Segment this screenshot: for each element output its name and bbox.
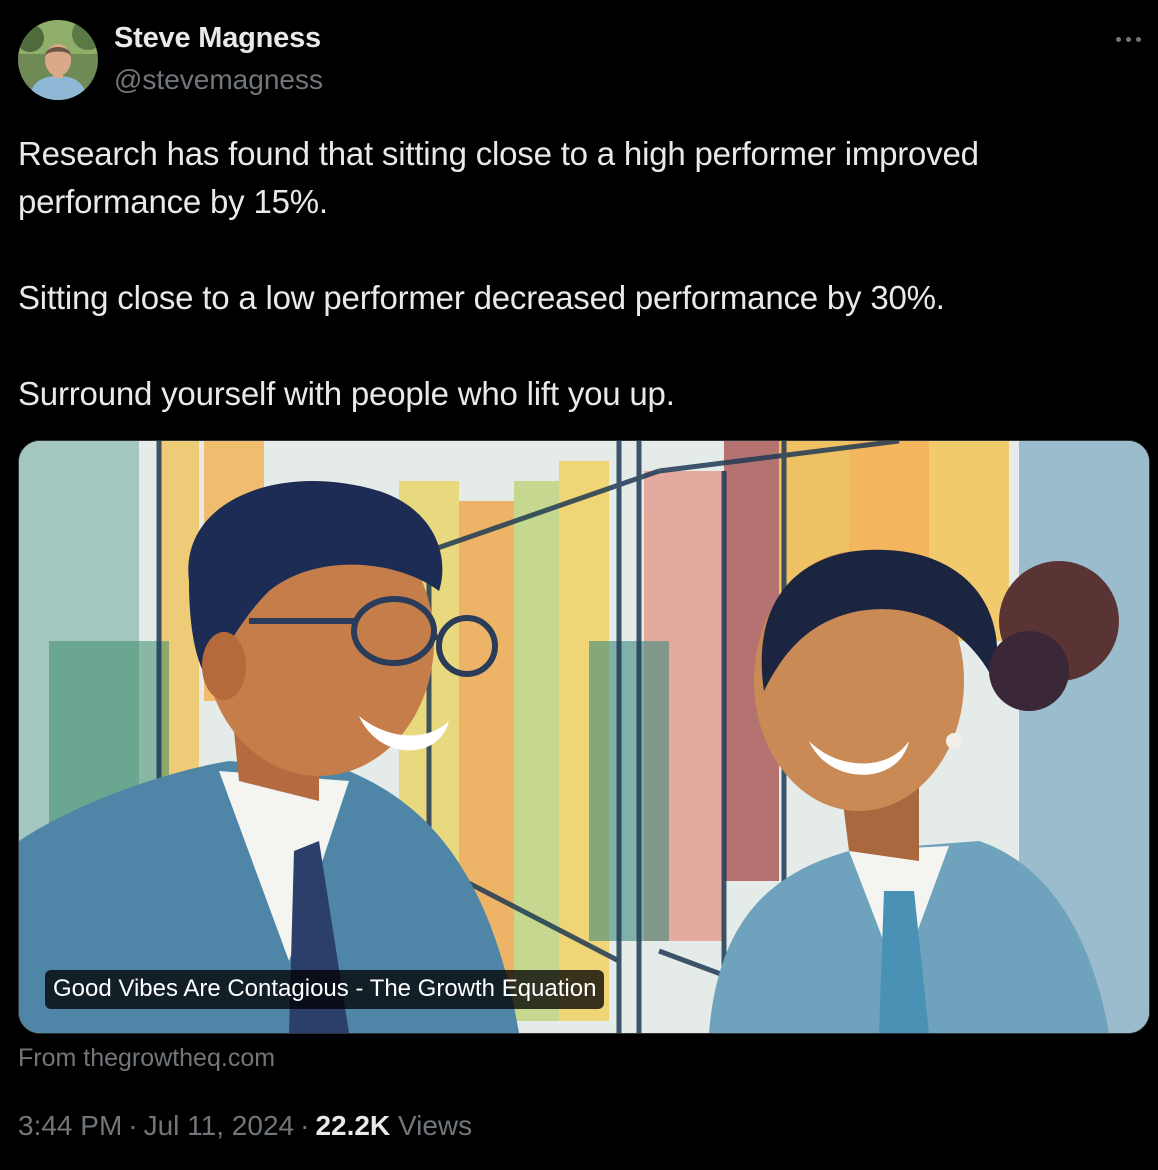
tweet-date[interactable]: Jul 11, 2024 xyxy=(144,1110,295,1141)
tweet-time[interactable]: 3:44 PM xyxy=(18,1110,122,1141)
more-dot xyxy=(1115,36,1121,42)
tweet: Steve Magness @stevemagness Research has… xyxy=(0,0,1158,1170)
more-icon[interactable] xyxy=(1108,24,1148,54)
tweet-meta: 3:44 PM · Jul 11, 2024 · 22.2K Views xyxy=(18,1110,472,1142)
card-source-link[interactable]: From thegrowtheq.com xyxy=(18,1044,275,1073)
watercolor-illustration xyxy=(19,441,1149,1033)
link-card-image[interactable]: Good Vibes Are Contagious - The Growth E… xyxy=(18,440,1150,1034)
tweet-text: Research has found that sitting close to… xyxy=(18,130,1138,418)
meta-separator: · xyxy=(300,1110,310,1141)
more-dot xyxy=(1135,36,1141,42)
tweet-paragraph: Sitting close to a low performer decreas… xyxy=(18,279,945,316)
card-caption: Good Vibes Are Contagious - The Growth E… xyxy=(45,970,605,1009)
tweet-paragraph: Surround yourself with people who lift y… xyxy=(18,375,675,412)
avatar[interactable] xyxy=(18,20,98,100)
meta-separator: · xyxy=(128,1110,138,1141)
author-name[interactable]: Steve Magness xyxy=(114,22,321,55)
views-count[interactable]: 22.2K xyxy=(315,1110,390,1141)
more-dot xyxy=(1125,36,1131,42)
author-handle[interactable]: @stevemagness xyxy=(114,64,323,96)
views-label: Views xyxy=(397,1110,473,1141)
tweet-paragraph: Research has found that sitting close to… xyxy=(18,135,979,220)
